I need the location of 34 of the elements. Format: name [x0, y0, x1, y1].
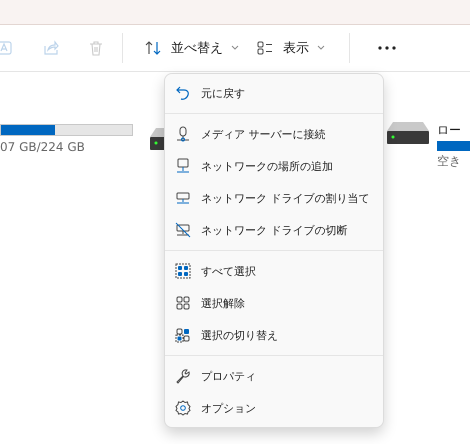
- settings-icon: [175, 400, 191, 416]
- microphone-icon: [175, 126, 191, 142]
- chevron-icon: [317, 45, 325, 51]
- drive-icon: [387, 122, 429, 144]
- menu-item[interactable]: ネットワーク ドライブの割り当て: [165, 182, 383, 214]
- menu-item[interactable]: すべて選択: [165, 255, 383, 287]
- menu-item[interactable]: 選択解除: [165, 287, 383, 319]
- undo-icon: [175, 85, 191, 101]
- wrench-icon: [175, 368, 191, 384]
- menu-item[interactable]: メディア サーバーに接続: [165, 118, 383, 150]
- usage-text: 07 GB/224 GB: [0, 140, 86, 154]
- sort-button[interactable]: 並べ替え: [139, 35, 245, 61]
- menu-item[interactable]: ネットワークの場所の追加: [165, 150, 383, 182]
- menu-item[interactable]: オプション: [165, 392, 383, 424]
- monitor-icon: [175, 158, 191, 174]
- view-icon: [257, 40, 275, 56]
- menu-item[interactable]: ネットワーク ドライブの切断: [165, 214, 383, 246]
- sort-icon: [145, 40, 163, 56]
- invert-selection-icon: [175, 327, 191, 343]
- grid-icon: [175, 295, 191, 311]
- rename-icon[interactable]: [0, 40, 14, 56]
- free-space-text: 空き: [437, 153, 462, 170]
- menu-item[interactable]: プロパティ: [165, 360, 383, 392]
- menu-item[interactable]: 選択の切り替え: [165, 319, 383, 351]
- view-button[interactable]: 表示: [251, 35, 331, 61]
- drive-name: ロー: [437, 122, 462, 139]
- network-drive-icon: [175, 190, 191, 206]
- more-icon[interactable]: [378, 46, 396, 50]
- share-icon[interactable]: [43, 40, 59, 56]
- chevron-icon: [231, 45, 239, 51]
- menu-item[interactable]: 元に戻す: [165, 77, 383, 109]
- select-all-icon: [175, 263, 191, 279]
- crossed-drive-icon: [175, 222, 191, 238]
- delete-icon[interactable]: [88, 40, 104, 56]
